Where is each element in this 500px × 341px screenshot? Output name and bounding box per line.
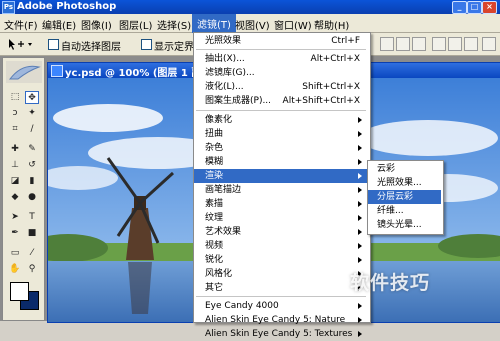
submenu-arrow-icon (358, 243, 362, 249)
menu-help[interactable]: 帮助(H) (314, 17, 349, 32)
watermark-text: 软件技巧 (350, 272, 431, 294)
align-bottom-icon[interactable] (412, 37, 426, 51)
auto-select-checkbox[interactable] (48, 39, 59, 50)
filter-menu-item[interactable]: 光照效果 Ctrl+F (194, 34, 368, 48)
submenu-item-clouds[interactable]: 云彩 (368, 162, 441, 176)
pen-tool-icon[interactable]: ✒ (8, 227, 22, 240)
menu-view[interactable]: 视图(V) (235, 17, 270, 32)
healing-brush-icon[interactable]: ✚ (8, 143, 22, 156)
align-center-icon[interactable] (448, 37, 462, 51)
move-tool-icon[interactable]: ✥ (25, 91, 39, 104)
document-icon (51, 65, 63, 77)
lasso-tool-icon[interactable]: ↄ (8, 107, 22, 120)
menu-divider (196, 49, 366, 50)
filter-menu-item[interactable]: Eye Candy 4000 (194, 299, 368, 313)
menu-layer[interactable]: 图层(L) (119, 17, 152, 32)
marquee-tool-icon[interactable]: ⬚ (8, 91, 22, 104)
submenu-arrow-icon (358, 215, 362, 221)
submenu-arrow-icon (358, 173, 362, 179)
menu-select[interactable]: 选择(S) (157, 17, 191, 32)
close-icon[interactable]: × (482, 1, 497, 14)
menu-edit[interactable]: 编辑(E) (42, 17, 76, 32)
distribute-icon[interactable] (482, 37, 496, 51)
menu-window[interactable]: 窗口(W) (274, 17, 312, 32)
filter-menu-item[interactable]: 艺术效果 (194, 225, 368, 239)
filter-menu-item-render[interactable]: 渲染 (194, 169, 368, 183)
submenu-arrow-icon (358, 117, 362, 123)
menu-file[interactable]: 文件(F) (4, 17, 38, 32)
menu-bar: 文件(F) 编辑(E) 图像(I) 图层(L) 选择(S) 滤镜(T) 视图(V… (0, 14, 500, 34)
submenu-arrow-icon (358, 159, 362, 165)
submenu-arrow-icon (358, 331, 362, 337)
eyedropper-icon[interactable]: ⁄ (25, 247, 39, 260)
clone-stamp-icon[interactable]: ⊥ (8, 159, 22, 172)
align-left-icon[interactable] (432, 37, 446, 51)
submenu-arrow-icon (358, 187, 362, 193)
history-brush-icon[interactable]: ↺ (25, 159, 39, 172)
filter-menu-item[interactable]: Alien Skin Eye Candy 5: Nature (194, 313, 368, 327)
filter-menu-item[interactable]: 模糊 (194, 155, 368, 169)
filter-menu-item[interactable]: 杂色 (194, 141, 368, 155)
brush-tool-icon[interactable]: ✎ (25, 143, 39, 156)
filter-menu-item[interactable]: 锐化 (194, 253, 368, 267)
notes-tool-icon[interactable]: ▭ (8, 247, 22, 260)
align-top-icon[interactable] (380, 37, 394, 51)
filter-menu-item[interactable]: 滤镜库(G)... (194, 66, 368, 80)
submenu-arrow-icon (358, 201, 362, 207)
path-select-icon[interactable]: ➤ (8, 211, 22, 224)
align-middle-icon[interactable] (396, 37, 410, 51)
shape-tool-icon[interactable]: ■ (25, 227, 39, 240)
window-title: Adobe Photoshop (17, 1, 117, 12)
crop-tool-icon[interactable]: ⌗ (8, 123, 22, 136)
submenu-item-lighting[interactable]: 光照效果... (368, 176, 441, 190)
filter-menu-item[interactable]: 液化(L)... Shift+Ctrl+X (194, 80, 368, 94)
photoshop-logo-icon: Ps (2, 1, 15, 14)
submenu-arrow-icon (358, 131, 362, 137)
watermark-logo-icon (320, 265, 346, 291)
zoom-tool-icon[interactable]: ⚲ (25, 263, 39, 276)
filter-menu-item[interactable]: 素描 (194, 197, 368, 211)
maximize-icon[interactable]: □ (467, 1, 482, 14)
filter-menu-item[interactable]: 像素化 (194, 113, 368, 127)
minimize-icon[interactable]: _ (452, 1, 467, 14)
gradient-tool-icon[interactable]: ▮ (25, 175, 39, 188)
hand-tool-icon[interactable]: ✋ (8, 263, 22, 276)
eraser-tool-icon[interactable]: ◪ (8, 175, 22, 188)
menu-image[interactable]: 图像(I) (81, 17, 112, 32)
align-right-icon[interactable] (464, 37, 478, 51)
filter-menu-item[interactable]: 画笔描边 (194, 183, 368, 197)
slice-tool-icon[interactable]: ∕ (25, 123, 39, 136)
submenu-arrow-icon (358, 145, 362, 151)
magic-wand-icon[interactable]: ✦ (25, 107, 39, 120)
dodge-tool-icon[interactable]: ● (25, 191, 39, 204)
foreground-color-swatch[interactable] (10, 282, 29, 301)
menu-filter[interactable]: 滤镜(T) (192, 14, 236, 34)
submenu-item-lens-flare[interactable]: 镜头光晕... (368, 218, 441, 232)
submenu-item-difference-clouds[interactable]: 分层云彩 (368, 190, 441, 204)
submenu-arrow-icon (358, 317, 362, 323)
feather-logo-icon (6, 61, 42, 83)
show-transform-checkbox[interactable] (141, 39, 152, 50)
type-tool-icon[interactable]: T (25, 211, 39, 224)
filter-menu-item[interactable]: 纹理 (194, 211, 368, 225)
submenu-arrow-icon (358, 257, 362, 263)
render-submenu: 云彩 光照效果... 分层云彩 纤维... 镜头光晕... (367, 160, 444, 235)
blur-tool-icon[interactable]: ◆ (8, 191, 22, 204)
filter-menu-item[interactable]: 视频 (194, 239, 368, 253)
menu-divider (196, 110, 366, 111)
filter-menu-item[interactable]: 图案生成器(P)... Alt+Shift+Ctrl+X (194, 94, 368, 108)
submenu-arrow-icon (358, 303, 362, 309)
menu-divider (196, 296, 366, 297)
filter-menu-item[interactable]: 抽出(X)... Alt+Ctrl+X (194, 52, 368, 66)
filter-menu-item[interactable]: Alien Skin Eye Candy 5: Textures (194, 327, 368, 341)
filter-menu-item[interactable]: 扭曲 (194, 127, 368, 141)
title-bar: Ps Adobe Photoshop _ □ × (0, 0, 500, 14)
submenu-arrow-icon (358, 229, 362, 235)
move-tool-icon[interactable] (6, 37, 34, 51)
auto-select-label: 自动选择图层 (61, 42, 121, 53)
toolbox: ⬚ ✥ ↄ ✦ ⌗ ∕ ✚ ✎ ⊥ ↺ ◪ ▮ ◆ ● ➤ T ✒ ■ ▭ ⁄ … (2, 57, 45, 321)
submenu-item-fibers[interactable]: 纤维... (368, 204, 441, 218)
